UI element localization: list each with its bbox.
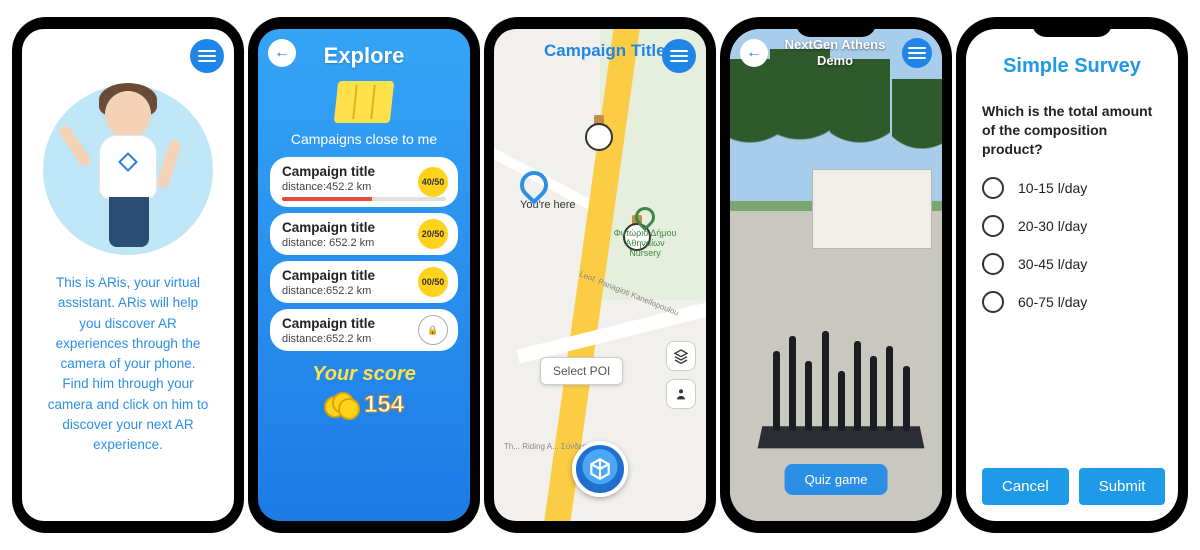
- campaign-card[interactable]: Campaign title distance:652.2 km 00/50: [270, 261, 458, 303]
- map-icon: [334, 81, 394, 123]
- notch: [1032, 17, 1112, 37]
- survey-option[interactable]: 20-30 l/day: [982, 215, 1162, 237]
- back-button[interactable]: ←: [740, 39, 768, 67]
- score-value: 154: [364, 391, 404, 419]
- ar-building: [812, 169, 932, 249]
- phone-4-frame: ← NextGen AthensDemo Quiz game: [720, 17, 952, 533]
- explore-title: Explore: [324, 43, 405, 69]
- score-label: Your score: [312, 363, 416, 386]
- campaign-badge: 40/50: [418, 167, 448, 197]
- campaign-card[interactable]: Campaign title distance:652.2 km 🔒: [270, 309, 458, 351]
- phone-2-frame: ← Explore Campaigns close to me Campaign…: [248, 17, 480, 533]
- map-layers-button[interactable]: [666, 341, 696, 371]
- phone-3-frame: Campaign Title You're here Φυτώριο Δήμου…: [484, 17, 716, 533]
- map-screen[interactable]: Campaign Title You're here Φυτώριο Δήμου…: [494, 29, 706, 521]
- survey-option[interactable]: 30-45 l/day: [982, 253, 1162, 275]
- quiz-game-button[interactable]: Quiz game: [785, 464, 888, 495]
- lock-icon: 🔒: [418, 315, 448, 345]
- map-poi-label[interactable]: Φυτώριο Δήμου Αθηναίων Nursery: [610, 207, 680, 259]
- survey-question: Which is the total amount of the composi…: [982, 102, 1162, 159]
- submit-button[interactable]: Submit: [1079, 468, 1166, 505]
- option-label: 20-30 l/day: [1018, 218, 1087, 234]
- back-button[interactable]: ←: [268, 39, 296, 67]
- campaign-badge: 00/50: [418, 267, 448, 297]
- radio-icon[interactable]: [982, 215, 1004, 237]
- select-poi-button[interactable]: Select POI: [540, 357, 623, 385]
- survey-option[interactable]: 60-75 l/day: [982, 291, 1162, 313]
- explore-screen: ← Explore Campaigns close to me Campaign…: [258, 29, 470, 521]
- menu-button[interactable]: [902, 38, 932, 68]
- phone-5-frame: Simple Survey Which is the total amount …: [956, 17, 1188, 533]
- menu-button[interactable]: [662, 39, 696, 73]
- option-label: 60-75 l/day: [1018, 294, 1087, 310]
- current-location-label: You're here: [520, 199, 576, 211]
- survey-title: Simple Survey: [982, 55, 1162, 78]
- intro-text: This is ARis, your virtual assistant. AR…: [32, 255, 224, 455]
- coins-icon: [324, 390, 360, 420]
- ar-view-screen[interactable]: ← NextGen AthensDemo Quiz game: [730, 29, 942, 521]
- aris-avatar[interactable]: [43, 85, 213, 255]
- option-label: 10-15 l/day: [1018, 180, 1087, 196]
- radio-icon[interactable]: [982, 253, 1004, 275]
- campaigns-subhead: Campaigns close to me: [291, 131, 437, 147]
- option-label: 30-45 l/day: [1018, 256, 1087, 272]
- campaign-card[interactable]: Campaign title distance: 652.2 km 20/50: [270, 213, 458, 255]
- poi-marker[interactable]: [584, 115, 614, 155]
- score-panel: Your score 154: [312, 363, 416, 420]
- ar-pipes-model[interactable]: [760, 321, 922, 451]
- survey-options: 10-15 l/day 20-30 l/day 30-45 l/day 60-7…: [982, 177, 1162, 313]
- survey-screen: Simple Survey Which is the total amount …: [966, 29, 1178, 521]
- cancel-button[interactable]: Cancel: [982, 468, 1069, 505]
- map-people-button[interactable]: [666, 379, 696, 409]
- phone-1-frame: This is ARis, your virtual assistant. AR…: [12, 17, 244, 533]
- campaign-title-header: Campaign Title: [544, 41, 666, 61]
- campaign-badge: 20/50: [418, 219, 448, 249]
- notch: [796, 17, 876, 37]
- survey-option[interactable]: 10-15 l/day: [982, 177, 1162, 199]
- campaign-progress: [282, 197, 446, 201]
- intro-screen: This is ARis, your virtual assistant. AR…: [22, 29, 234, 521]
- radio-icon[interactable]: [982, 177, 1004, 199]
- radio-icon[interactable]: [982, 291, 1004, 313]
- ar-launch-button[interactable]: [572, 441, 628, 497]
- menu-button[interactable]: [190, 39, 224, 73]
- campaign-list: Campaign title distance:452.2 km 40/50 C…: [270, 157, 458, 351]
- ar-title: NextGen AthensDemo: [785, 37, 886, 68]
- campaign-card[interactable]: Campaign title distance:452.2 km 40/50: [270, 157, 458, 207]
